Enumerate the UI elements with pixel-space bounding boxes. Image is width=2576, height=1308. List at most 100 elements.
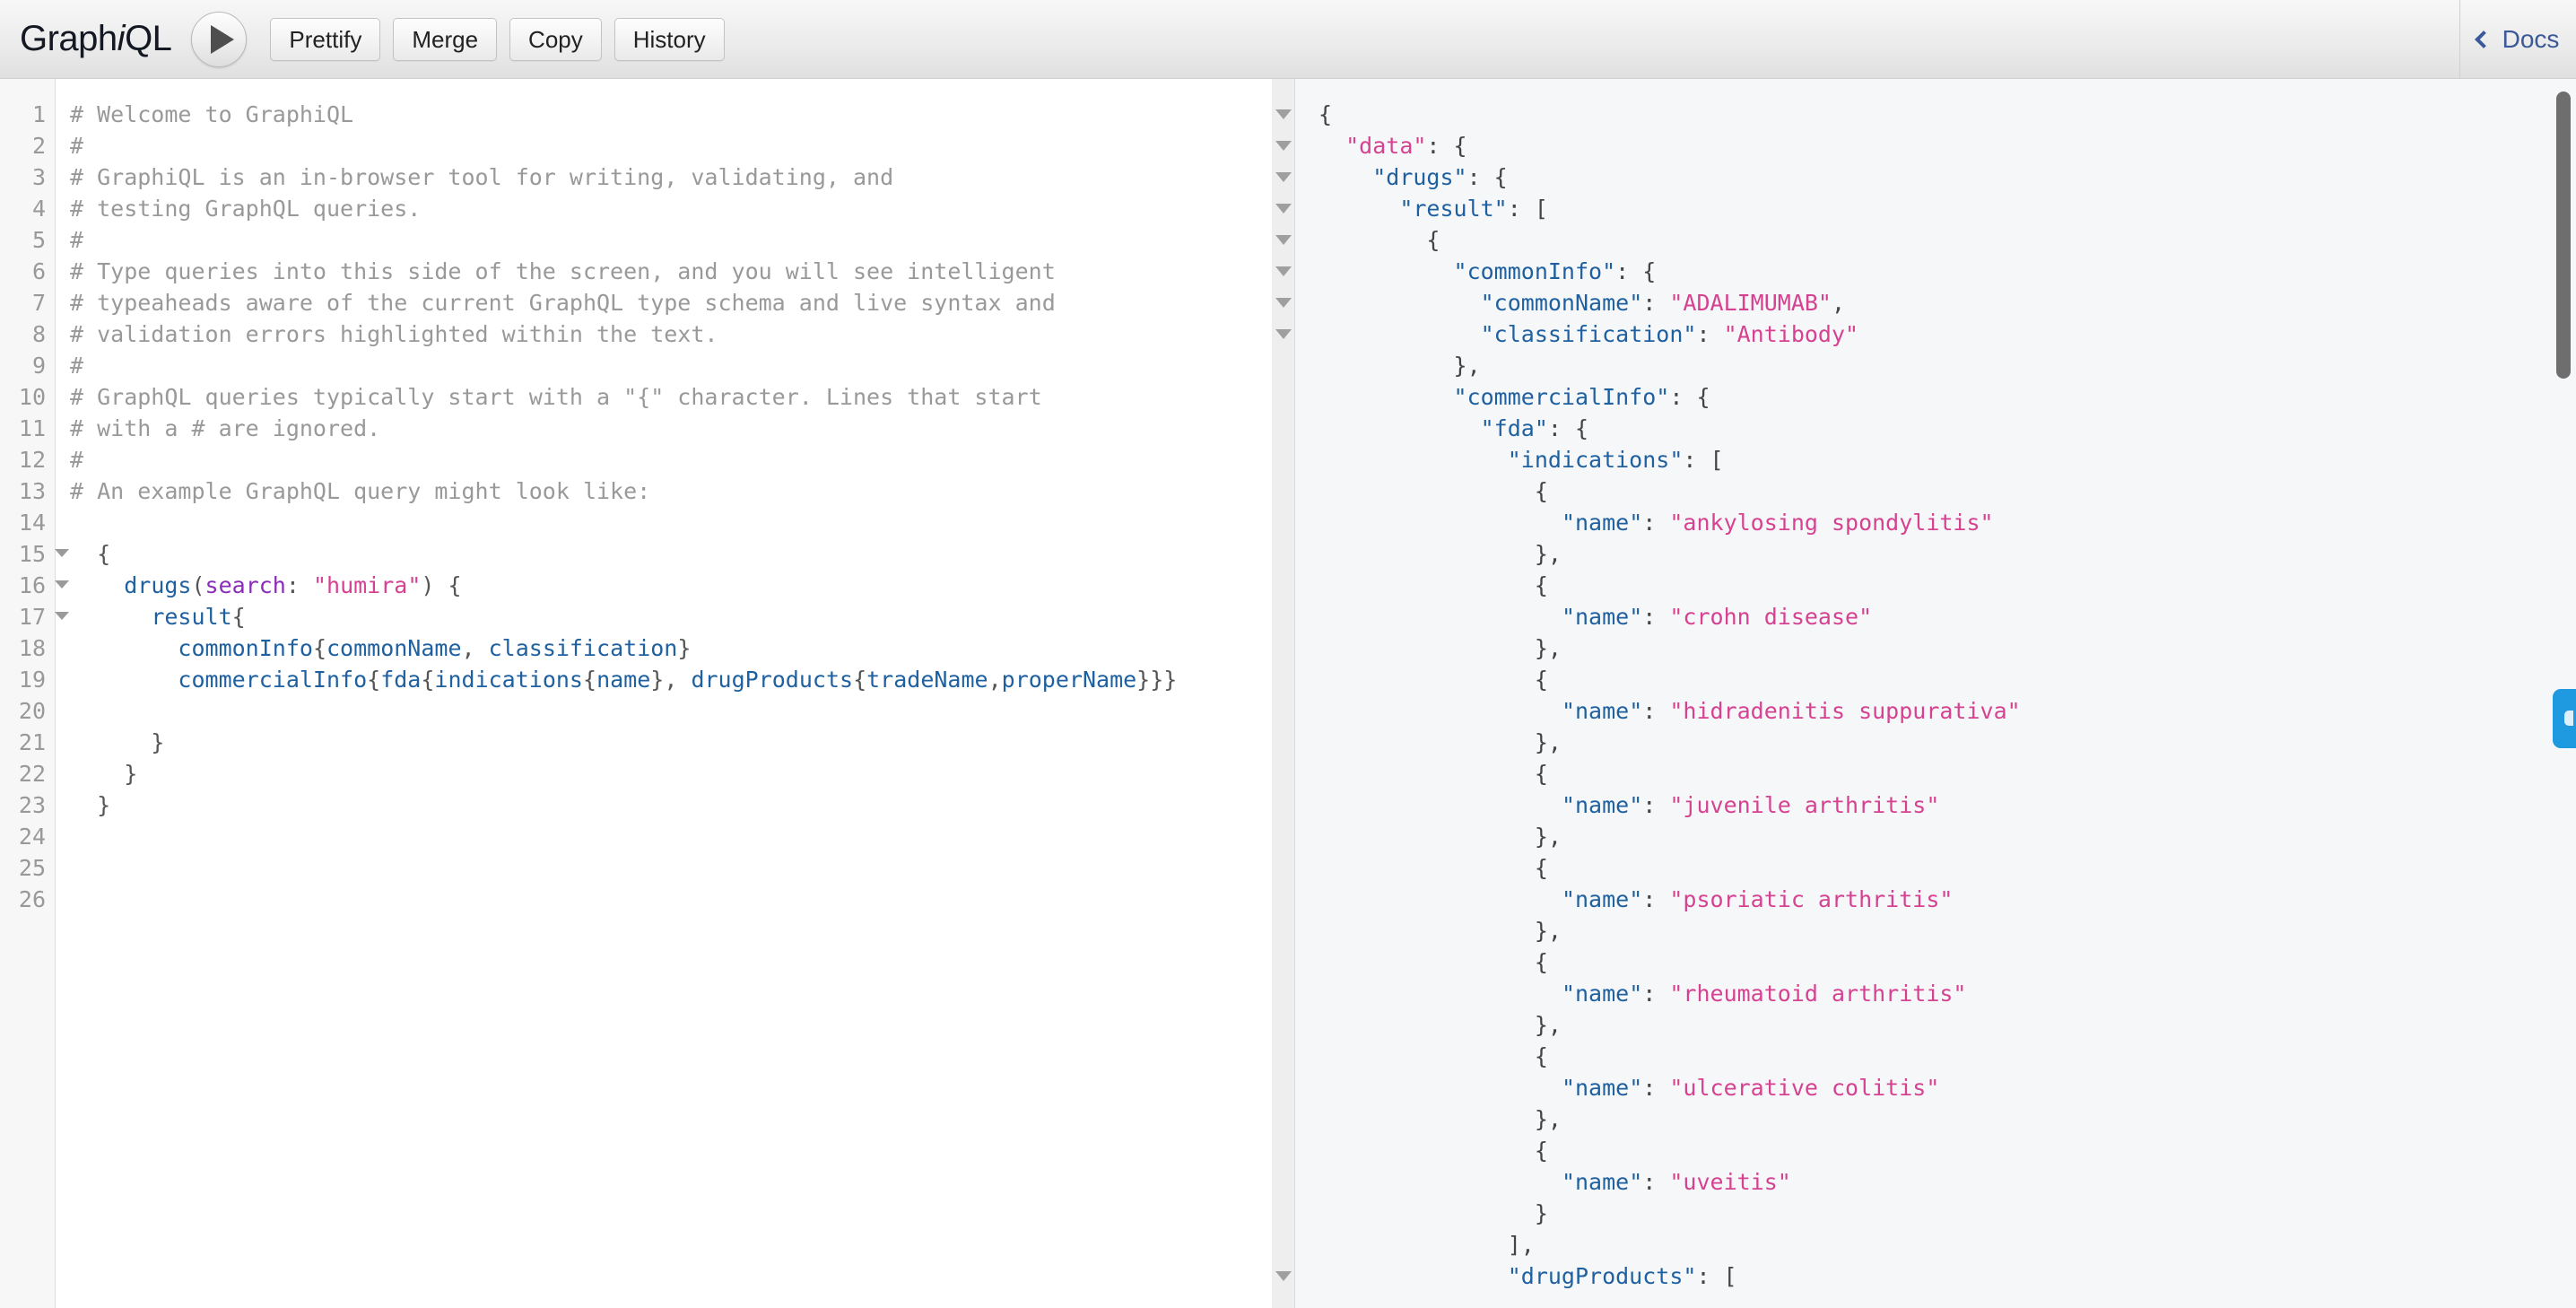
result-fold-arrow-icon[interactable] <box>1275 141 1292 151</box>
result-fold-arrow-icon[interactable] <box>1275 109 1292 119</box>
result-fold-arrow-icon[interactable] <box>1275 204 1292 214</box>
token-punct: : { <box>1466 164 1508 190</box>
token-key: "name" <box>1561 604 1643 630</box>
token-punct: , <box>988 667 1002 693</box>
side-drawer-handle[interactable] <box>2553 689 2576 748</box>
line-number: 16 <box>0 570 69 601</box>
query-code-line: } <box>70 789 1272 821</box>
app-logo: GraphiQL <box>20 19 172 59</box>
token-punct: : <box>1642 1075 1670 1101</box>
query-code-line: } <box>70 758 1272 789</box>
fold-arrow-icon[interactable] <box>55 580 69 589</box>
result-code-line: }, <box>1318 1103 2576 1135</box>
token-punct: { <box>70 541 111 567</box>
line-number: 10 <box>18 384 46 410</box>
token-punct: : <box>285 572 313 598</box>
execute-query-button[interactable] <box>191 11 248 67</box>
token-punct: { <box>1318 101 1333 127</box>
result-viewer-pane[interactable]: { "data": { "drugs": { "result": [ { "co… <box>1295 79 2576 1308</box>
token-comment: # typeaheads aware of the current GraphQ… <box>70 290 1056 316</box>
result-fold-arrow-icon[interactable] <box>1275 1271 1292 1281</box>
token-key: "name" <box>1561 1169 1643 1195</box>
result-code-line: { <box>1318 1041 2576 1072</box>
prettify-button[interactable]: Prettify <box>270 17 381 61</box>
token-key: "name" <box>1561 698 1643 724</box>
result-scrollbar-thumb[interactable] <box>2556 92 2571 379</box>
line-number: 3 <box>31 164 46 190</box>
line-number: 17 <box>0 601 69 632</box>
token-string: "uveitis" <box>1669 1169 1791 1195</box>
token-punct: ( <box>191 572 205 598</box>
token-comment: # <box>70 447 84 473</box>
result-fold-arrow-icon[interactable] <box>1275 266 1292 276</box>
result-code-line: }, <box>1318 821 2576 852</box>
token-field: commonName <box>326 635 462 661</box>
token-comment: # Type queries into this side of the scr… <box>70 258 1056 284</box>
token-punct: { <box>1318 1138 1548 1164</box>
fold-arrow-icon[interactable] <box>55 612 69 620</box>
editor-area: 1 2 3 4 5 6 7 8 9 10 11 12 13 14 15 16 17 18 19 20 21 22 23 24 2… <box>0 79 2576 1308</box>
token-punct: : [ <box>1683 447 1724 473</box>
token-punct: { <box>1318 855 1548 881</box>
query-code-line: # <box>70 350 1272 381</box>
token-key: "drugs" <box>1372 164 1467 190</box>
line-number: 18 <box>18 635 46 661</box>
token-punct: ], <box>1318 1232 1535 1258</box>
token-comment: # <box>70 353 84 379</box>
fold-arrow-icon[interactable] <box>55 549 69 557</box>
token-punct: { <box>853 667 867 693</box>
token-string: "Antibody" <box>1723 321 1859 347</box>
docs-label: Docs <box>2502 25 2560 53</box>
history-button[interactable]: History <box>614 17 725 61</box>
token-comment: # testing GraphQL queries. <box>70 196 422 222</box>
token-key: "drugProducts" <box>1507 1263 1697 1289</box>
result-code-line: }, <box>1318 350 2576 381</box>
query-code-line: commonInfo{commonName, classification} <box>70 632 1272 664</box>
result-fold-arrow-icon[interactable] <box>1275 235 1292 245</box>
token-punct: }}} <box>1136 667 1178 693</box>
token-punct: } <box>70 761 138 787</box>
token-punct: { <box>583 667 597 693</box>
token-key: "name" <box>1561 981 1643 1007</box>
token-punct: { <box>1318 572 1548 598</box>
docs-toggle-button[interactable]: Docs <box>2459 0 2576 79</box>
result-fold-arrow-icon[interactable] <box>1275 298 1292 308</box>
logo-text-suffix: QL <box>125 19 172 58</box>
token-punct: : <box>1642 604 1670 630</box>
token-punct: { <box>1318 949 1548 975</box>
copy-button[interactable]: Copy <box>509 17 602 61</box>
line-number: 14 <box>18 510 46 536</box>
token-punct: : <box>1642 290 1670 316</box>
result-fold-arrow-icon[interactable] <box>1275 172 1292 182</box>
result-code-line: "indications": [ <box>1318 444 2576 475</box>
query-code-line: # <box>70 224 1272 256</box>
token-field: properName <box>1001 667 1137 693</box>
result-code-line: "name": "hidradenitis suppurativa" <box>1318 695 2576 727</box>
query-editor-pane[interactable]: 1 2 3 4 5 6 7 8 9 10 11 12 13 14 15 16 17 18 19 20 21 22 23 24 2… <box>0 79 1272 1308</box>
result-code-line: { <box>1318 475 2576 507</box>
result-code-line: { <box>1318 1135 2576 1166</box>
result-code-line: } <box>1318 1198 2576 1229</box>
token-punct: : <box>1642 792 1670 818</box>
token-key: "name" <box>1561 886 1643 912</box>
token-key: "indications" <box>1507 447 1684 473</box>
docs-link[interactable]: Docs <box>2474 25 2560 54</box>
result-fold-gutter[interactable] <box>1272 79 1295 1308</box>
line-number: 9 <box>31 353 46 379</box>
token-string: "crohn disease" <box>1669 604 1873 630</box>
query-code-line <box>70 884 1272 915</box>
logo-text-italic: i <box>117 19 126 58</box>
merge-button[interactable]: Merge <box>393 17 498 61</box>
token-punct: }, <box>1318 635 1562 661</box>
query-code-line <box>70 695 1272 727</box>
query-editor-code[interactable]: # Welcome to GraphiQL # # GraphiQL is an i… <box>56 79 1272 1308</box>
query-code-line: # <box>70 444 1272 475</box>
result-fold-arrow-icon[interactable] <box>1275 329 1292 339</box>
